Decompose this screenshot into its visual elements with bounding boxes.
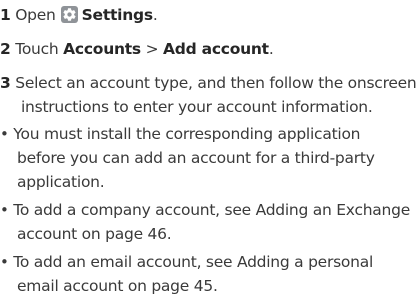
note-3-line-1: • To add an email account, see Adding a … xyxy=(0,253,373,271)
step-number: 2 xyxy=(0,40,11,58)
step-text-end: . xyxy=(268,40,274,58)
step-2: 2 Touch Accounts > Add account. xyxy=(0,40,274,58)
step-number: 1 xyxy=(0,6,11,24)
add-account-label: Add account xyxy=(163,40,269,58)
note-text: application. xyxy=(17,173,105,191)
note-text: account on page 46. xyxy=(17,225,172,243)
note-2-line-1: • To add a company account, see Adding a… xyxy=(0,201,410,219)
note-text: To add an email account, see Adding a pe… xyxy=(13,253,374,271)
step-text: Select an account type, and then follow … xyxy=(15,74,417,92)
note-1-line-1: • You must install the corresponding app… xyxy=(0,125,361,143)
separator: > xyxy=(145,40,159,58)
step-3-line-2: instructions to enter your account infor… xyxy=(21,98,373,116)
bullet: • xyxy=(0,253,9,271)
step-1: 1 Open Settings. xyxy=(0,6,158,24)
step-text-end: . xyxy=(152,6,158,24)
note-1-line-2: before you can add an account for a thir… xyxy=(17,149,375,167)
note-text: email account on page 45. xyxy=(17,277,218,295)
settings-label: Settings xyxy=(81,6,153,24)
step-text: instructions to enter your account infor… xyxy=(21,98,373,116)
note-2-line-2: account on page 46. xyxy=(17,225,172,243)
note-text: You must install the corresponding appli… xyxy=(13,125,361,143)
step-3-line-1: 3 Select an account type, and then follo… xyxy=(0,74,417,92)
note-3-line-2: email account on page 45. xyxy=(17,277,218,295)
note-text: To add a company account, see Adding an … xyxy=(13,201,411,219)
accounts-label: Accounts xyxy=(63,40,141,58)
step-text: Open xyxy=(15,6,56,24)
step-text: Touch xyxy=(15,40,59,58)
step-number: 3 xyxy=(0,74,11,92)
instructions-document: 1 Open Settings. 2 Touch Accounts > Add a… xyxy=(0,0,418,298)
bullet: • xyxy=(0,125,9,143)
note-1-line-3: application. xyxy=(17,173,105,191)
bullet: • xyxy=(0,201,9,219)
gear-icon xyxy=(60,6,78,23)
note-text: before you can add an account for a thir… xyxy=(17,149,375,167)
